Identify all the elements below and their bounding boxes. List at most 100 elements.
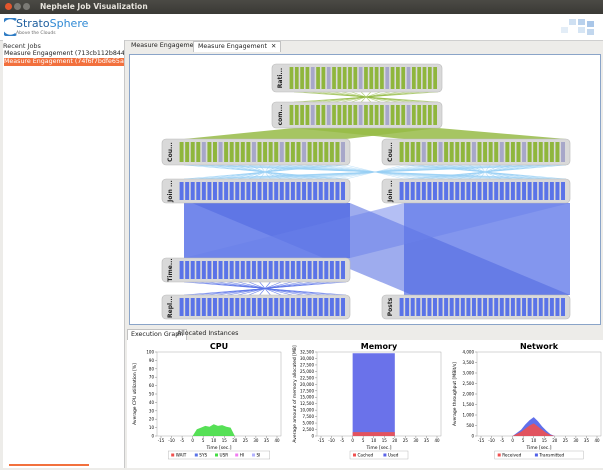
vertex-task-bar — [488, 182, 493, 200]
vertex-task-bar — [313, 142, 318, 162]
vertex-task-bar — [544, 182, 549, 200]
vertex-task-bar — [251, 261, 256, 279]
vertex-task-bar — [342, 67, 347, 89]
vertex-task-bar — [185, 142, 190, 162]
vertex-task-bar — [335, 261, 340, 279]
y-tick-label: 25,000 — [300, 369, 314, 374]
x-tick-label: 0 — [511, 438, 514, 443]
vertex-task-bar — [342, 105, 347, 125]
vertex-task-bar — [401, 105, 406, 125]
vertex-task-bar — [406, 67, 411, 89]
vertex-task-bar — [510, 142, 515, 162]
vertex-task-bar — [285, 298, 290, 316]
legend-swatch — [383, 453, 387, 457]
vertex-task-bar — [326, 105, 331, 125]
vertex-task-bar — [522, 298, 527, 316]
vertex-task-bar — [348, 105, 352, 125]
graph-vertex[interactable]: Cou... — [161, 138, 351, 166]
vertex-task-bar — [324, 261, 329, 279]
y-tick-label: 30,000 — [300, 356, 314, 361]
vertex-task-bar — [411, 105, 416, 125]
x-tick-label: 25 — [243, 438, 249, 443]
vertex-task-bar — [460, 298, 465, 316]
vertex-task-bar — [274, 182, 279, 200]
legend-swatch — [534, 453, 538, 457]
vertex-task-bar — [235, 182, 240, 200]
graph-vertex[interactable]: com... — [271, 101, 443, 129]
vertex-task-bar — [544, 142, 549, 162]
tab-measure-engagement-active[interactable]: Measure Engagement ✕ — [193, 41, 282, 52]
graph-vertex[interactable]: Time... — [161, 257, 351, 283]
vertex-task-bar — [449, 298, 454, 316]
vertex-task-bar — [406, 105, 411, 125]
x-tick-label: 10 — [371, 438, 377, 443]
vertex-task-bar — [279, 298, 284, 316]
vertex-task-bar — [235, 298, 240, 316]
vertex-task-bar — [499, 298, 504, 316]
vertex-task-bar — [401, 67, 406, 89]
vertex-task-bar — [196, 142, 201, 162]
graph-vertex[interactable]: Posts — [381, 294, 571, 320]
vertex-task-bar — [316, 105, 320, 125]
vertex-task-bar — [444, 298, 449, 316]
legend-label: Received — [502, 453, 521, 458]
vertex-task-bar — [294, 67, 299, 89]
vertex-task-bar — [422, 67, 427, 89]
tab-allocated-instances[interactable]: Allocated Instances — [174, 329, 241, 339]
vertex-task-bar — [246, 261, 251, 279]
close-tab-icon[interactable]: ✕ — [271, 43, 276, 50]
graph-vertex[interactable]: Cou... — [381, 138, 571, 166]
x-axis-label: Time [sec.] — [526, 445, 552, 451]
recent-job-item[interactable]: Measure Engagement (713cb112b844c60c — [4, 50, 124, 58]
graph-vertex[interactable]: Repl... — [161, 294, 351, 320]
vertex-task-bar — [302, 298, 307, 316]
window-title: Nephele Job Visualization — [40, 2, 148, 11]
vertex-task-bar — [218, 142, 223, 162]
graph-vertex[interactable]: Rati... — [271, 63, 443, 93]
legend-swatch — [215, 453, 218, 457]
vertex-task-bar — [279, 142, 284, 162]
vertex-task-bar — [416, 182, 421, 200]
vertex-task-bar — [229, 182, 234, 200]
vertex-task-bar — [224, 142, 229, 162]
vertex-task-bar — [190, 182, 195, 200]
vertex-task-bar — [405, 142, 410, 162]
x-tick-label: 40 — [434, 438, 440, 443]
x-tick-label: 5 — [202, 438, 205, 443]
vertex-label: Join ... — [167, 180, 174, 203]
vertex-task-bar — [455, 298, 460, 316]
vertex-task-bar — [257, 261, 262, 279]
vertex-task-bar — [477, 142, 482, 162]
recent-job-item-selected[interactable]: Measure Engagement (74f6f7bdfe65ae80 — [4, 58, 124, 66]
vertex-task-bar — [313, 261, 318, 279]
vertex-task-bar — [353, 67, 358, 89]
y-tick-label: 100 — [146, 350, 154, 355]
vertex-task-bar — [364, 105, 368, 125]
vertex-task-bar — [364, 67, 368, 89]
x-tick-label: 20 — [232, 438, 238, 443]
vertex-task-bar — [348, 67, 352, 89]
maximize-window-icon[interactable] — [23, 3, 30, 10]
vertex-task-bar — [505, 142, 510, 162]
vertex-task-bar — [268, 261, 273, 279]
vertex-task-bar — [185, 182, 190, 200]
vertex-label: com... — [277, 105, 284, 126]
vertex-task-bar — [421, 142, 426, 162]
vertex-task-bar — [399, 182, 404, 200]
vertex-task-bar — [218, 182, 223, 200]
vertex-task-bar — [417, 105, 422, 125]
graph-vertex[interactable]: Join ... — [381, 178, 571, 204]
legend-label: SI — [257, 453, 261, 458]
vertex-task-bar — [268, 142, 273, 162]
graph-vertex[interactable]: Join ... — [161, 178, 351, 204]
vertex-task-bar — [505, 182, 510, 200]
vertex-task-bar — [527, 182, 532, 200]
vertex-task-bar — [289, 105, 294, 125]
vertex-task-bar — [516, 142, 521, 162]
execution-graph[interactable]: Rati... com... Cou... Cou... Join ... Join ..… — [129, 54, 601, 325]
close-window-icon[interactable] — [5, 3, 12, 10]
minimize-window-icon[interactable] — [14, 3, 21, 10]
vertex-task-bar — [433, 142, 437, 162]
y-tick-label: 17,500 — [300, 388, 314, 393]
y-tick-label: 20,000 — [300, 382, 314, 387]
